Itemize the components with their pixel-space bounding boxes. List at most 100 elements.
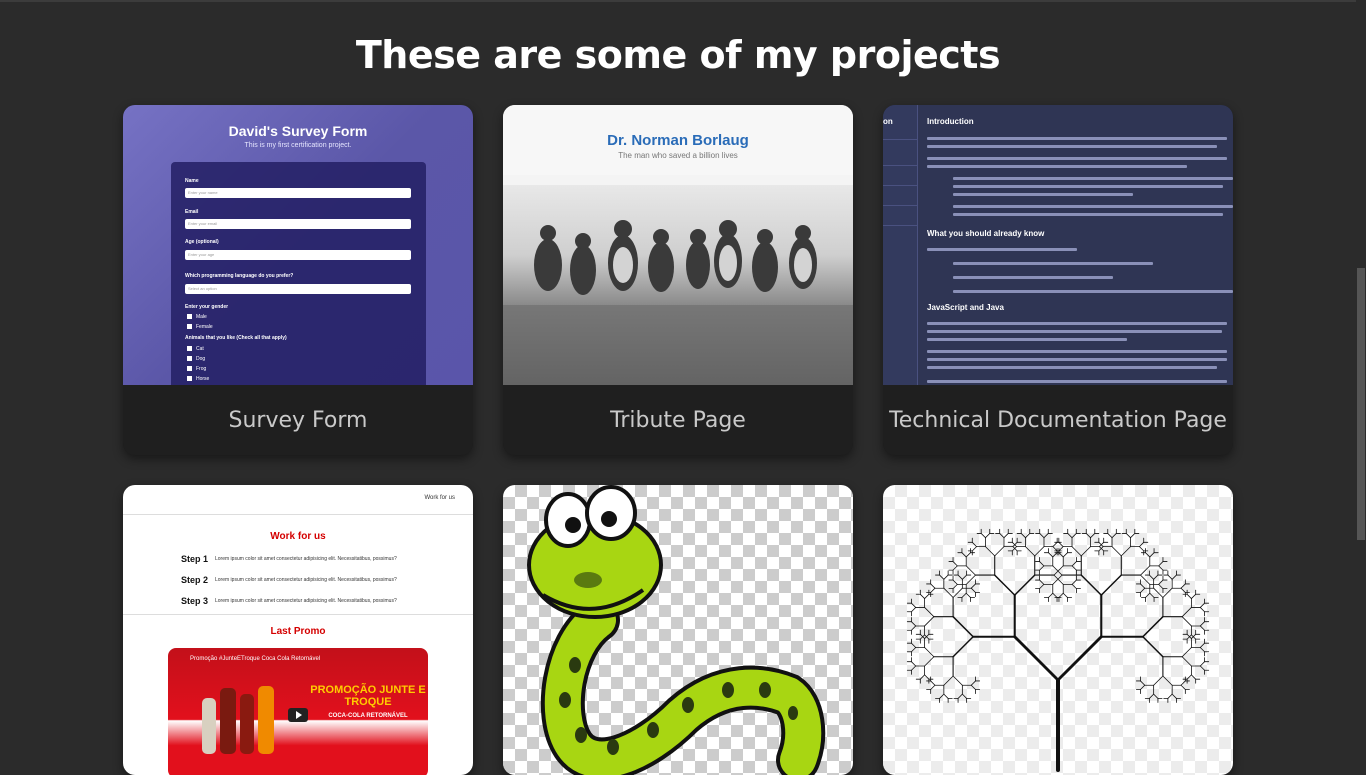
tree-branch [919, 593, 926, 599]
project-card-tribute-page[interactable]: Dr. Norman Borlaug The man who saved a b… [503, 105, 853, 455]
scrollbar-thumb[interactable] [1357, 268, 1365, 540]
tree-branch [1053, 574, 1064, 585]
text-line [927, 350, 1227, 353]
tree-branch [952, 583, 958, 590]
tree-branch [1180, 684, 1186, 690]
tree-branch [1071, 579, 1077, 585]
preview-video: Promoção #JunteETroque Coca Cola Retorná… [168, 648, 428, 775]
project-card-fractal-tree[interactable] [883, 485, 1233, 775]
preview-section-heading: What you should already know [927, 229, 1045, 238]
project-caption: Tribute Page [503, 385, 853, 455]
tree-branch [930, 587, 936, 593]
tree-branch [1039, 565, 1045, 571]
tree-branch [1181, 647, 1192, 658]
tree-branch [1199, 607, 1205, 613]
tree-branch [965, 574, 976, 585]
preview-step: Step 1 [181, 554, 209, 564]
tree-branch [911, 607, 917, 613]
tree-branch [965, 552, 971, 558]
tree-branch [1111, 533, 1117, 539]
tree-branch [1013, 635, 1060, 682]
fractal-tree-preview [883, 485, 1233, 775]
project-card-technical-documentation[interactable]: on Introduction What you should already … [883, 105, 1233, 455]
snake-preview [503, 485, 853, 775]
preview-nav-link: Work for us [424, 495, 455, 501]
tree-branch [1181, 607, 1192, 618]
tree-branch [1153, 587, 1164, 598]
tree-branch [952, 615, 974, 638]
tree-branch [1052, 574, 1063, 585]
tree-branch [1039, 579, 1045, 585]
preview-option: Frog [187, 366, 206, 372]
text-line [953, 276, 1113, 279]
video-title: Promoção #JunteETroque Coca Cola Retorná… [190, 656, 321, 662]
tree-branch [961, 574, 968, 580]
text-line [953, 262, 1153, 265]
tree-branch [961, 693, 968, 699]
tree-branch [1071, 533, 1077, 539]
tree-branch [939, 574, 945, 580]
tree-branch [924, 674, 930, 680]
text-line [953, 193, 1133, 196]
tree-branch [1171, 574, 1177, 580]
tree-branch [1199, 621, 1205, 627]
tree-branch [971, 541, 977, 548]
tree-branch [999, 533, 1005, 539]
tree-branch [1140, 680, 1146, 686]
preview-step-text: Lorem ipsum color sit amet consectetur a… [215, 577, 397, 583]
tree-branch [1139, 546, 1145, 552]
tree-branch [1180, 587, 1186, 593]
tree-branch [1190, 674, 1197, 680]
tree-branch [1140, 583, 1146, 589]
tree-branch [1080, 546, 1091, 557]
tree-branch [1158, 561, 1164, 567]
tree-branch [1140, 565, 1151, 576]
tree-branch [924, 647, 935, 658]
preview-promo-title: Last Promo [270, 626, 326, 637]
tree-branch [1181, 616, 1192, 627]
project-caption: Survey Form [123, 385, 473, 455]
tree-branch [1145, 592, 1151, 598]
preview-option: Cat [187, 346, 204, 352]
top-border [0, 0, 1356, 2]
nav-divider [883, 185, 917, 186]
tree-branch [1148, 693, 1155, 699]
tree-branch [930, 684, 936, 690]
tree-branch [1080, 574, 1103, 596]
preview-form: Name Enter your name Email Enter your em… [171, 162, 426, 385]
tree-branch [911, 621, 917, 627]
tree-branch [1190, 593, 1197, 599]
people-in-field-image [503, 220, 853, 385]
tree-branch [1120, 546, 1131, 557]
fractal-tree-icon [906, 528, 1210, 772]
tree-branch [943, 587, 954, 598]
tree-branch [1071, 565, 1077, 571]
scrollbar[interactable] [1356, 0, 1366, 768]
tree-branch [1140, 684, 1146, 690]
project-card-snake[interactable] [503, 485, 853, 775]
tree-branch [961, 592, 967, 598]
text-line [953, 213, 1223, 216]
tree-branch [1149, 592, 1155, 598]
nav-divider [883, 139, 917, 140]
tree-branch [961, 552, 967, 558]
text-line [927, 157, 1227, 160]
tree-branch [1145, 552, 1151, 558]
tree-branch [1052, 552, 1058, 558]
project-card-work-for-us[interactable]: Work for us Work for us Step 1 Lorem ips… [123, 485, 473, 775]
text-line [927, 366, 1217, 369]
preview-step: Step 2 [181, 575, 209, 585]
tree-branch [1158, 565, 1164, 571]
tree-branch [1153, 675, 1164, 686]
tree-branch [943, 693, 949, 699]
tree-branch [1013, 574, 1036, 596]
text-line [927, 338, 1127, 341]
project-card-survey-form[interactable]: David's Survey Form This is my first cer… [123, 105, 473, 455]
tree-branch [1162, 675, 1173, 686]
tree-branch [1180, 583, 1186, 589]
preview-nav-fragment: on [883, 117, 893, 126]
preview-title: David's Survey Form [228, 123, 368, 139]
nav-divider [883, 225, 917, 226]
video-promo-heading: PROMOÇÃO JUNTE E TROQUE [310, 684, 426, 708]
text-line [927, 137, 1227, 140]
